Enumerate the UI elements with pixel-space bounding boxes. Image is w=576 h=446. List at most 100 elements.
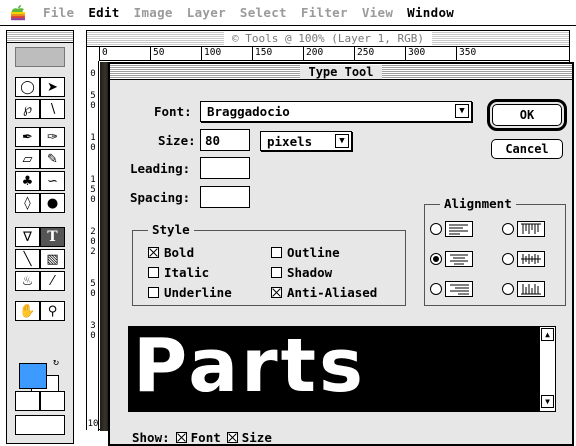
radio-unselected bbox=[430, 283, 442, 295]
vertical-align-bottom-icon bbox=[517, 281, 545, 297]
gradient-icon[interactable]: ▧ bbox=[40, 249, 65, 269]
horizontal-ruler: 0 50 100 150 200 250 300 350 bbox=[99, 47, 569, 61]
style-group-title: Style bbox=[148, 222, 194, 237]
vruler-tick: 0 bbox=[90, 195, 96, 205]
zoom-icon[interactable]: ⚲ bbox=[40, 301, 65, 321]
smudge-icon[interactable]: ∽ bbox=[40, 171, 65, 191]
align-left-icon bbox=[445, 221, 473, 237]
pencil-icon[interactable]: ✎ bbox=[40, 149, 65, 169]
checkbox-unchecked bbox=[271, 267, 282, 278]
airbrush-icon[interactable]: ✒ bbox=[15, 127, 40, 147]
checkbox-checked bbox=[148, 247, 159, 258]
anti-aliased-checkbox[interactable]: Anti-Aliased bbox=[271, 285, 377, 300]
vruler-tick: 2 bbox=[90, 227, 96, 237]
menu-filter[interactable]: Filter bbox=[294, 5, 355, 20]
vertical-align-top-option[interactable] bbox=[502, 221, 545, 237]
vruler-tick: 0 bbox=[90, 69, 96, 79]
magic-wand-icon[interactable]: ∖ bbox=[40, 99, 65, 119]
apple-icon[interactable] bbox=[0, 0, 36, 26]
shadow-checkbox[interactable]: Shadow bbox=[271, 265, 332, 280]
marquee-icon[interactable]: ◯ bbox=[15, 77, 40, 97]
checkbox-label: Outline bbox=[287, 245, 340, 260]
paintbrush-icon[interactable]: ✑ bbox=[40, 127, 65, 147]
burn-icon[interactable]: ● bbox=[40, 193, 65, 213]
size-unit-value: pixels bbox=[267, 133, 313, 149]
tool-palette: ◯ ➤ ℘ ∖ ✒ ✑ ▱ ✎ ♣ ∽ ◊ ● ∇ T ╲ ▧ ♨ ⁄ ✋ ⚲ … bbox=[6, 30, 74, 444]
hand-icon[interactable]: ✋ bbox=[15, 301, 40, 321]
vertical-align-middle-option[interactable] bbox=[502, 251, 545, 267]
preview-area: Parts bbox=[129, 327, 539, 411]
document-title-bar[interactable]: © Tools @ 100% (Layer 1, RGB) bbox=[87, 31, 569, 47]
paint-bucket-icon[interactable]: ♨ bbox=[15, 271, 40, 291]
eraser-icon[interactable]: ▱ bbox=[15, 149, 40, 169]
lasso-icon[interactable]: ℘ bbox=[15, 99, 40, 119]
show-size-label: Size bbox=[241, 430, 272, 445]
cancel-button[interactable]: Cancel bbox=[491, 139, 563, 159]
size-unit-popup[interactable]: pixels ▼ bbox=[260, 131, 352, 151]
menu-file[interactable]: File bbox=[36, 5, 81, 20]
bold-checkbox[interactable]: Bold bbox=[148, 245, 194, 260]
ruler-tick: 250 bbox=[354, 47, 374, 60]
vruler-tick: 0 bbox=[90, 289, 96, 299]
size-field[interactable]: 80 bbox=[200, 129, 250, 151]
move-icon[interactable]: ➤ bbox=[40, 77, 65, 97]
ruler-tick: 150 bbox=[252, 47, 272, 60]
show-font-checkbox[interactable] bbox=[175, 432, 187, 443]
spacing-label: Spacing: bbox=[130, 190, 191, 205]
spacing-field[interactable] bbox=[200, 186, 250, 208]
palette-title-bar[interactable] bbox=[7, 31, 73, 43]
preview-scrollbar[interactable]: ▲ ▼ bbox=[539, 327, 555, 411]
menu-select[interactable]: Select bbox=[233, 5, 294, 20]
checkbox-unchecked bbox=[148, 267, 159, 278]
text-preview-box[interactable]: Parts ▲ ▼ bbox=[128, 326, 556, 412]
foreground-color-swatch[interactable] bbox=[19, 363, 47, 389]
ruler-tick: 0 bbox=[99, 47, 108, 60]
leading-field[interactable] bbox=[200, 157, 250, 179]
underline-checkbox[interactable]: Underline bbox=[148, 285, 232, 300]
chevron-down-icon: ▼ bbox=[335, 134, 349, 148]
radio-unselected bbox=[502, 223, 514, 235]
swap-colors-icon[interactable]: ↻ bbox=[53, 357, 63, 368]
align-right-option[interactable] bbox=[430, 281, 473, 297]
rubber-stamp-icon[interactable]: ♣ bbox=[15, 171, 40, 191]
ruler-tick: 100 bbox=[201, 47, 221, 60]
ruler-tick: 200 bbox=[303, 47, 323, 60]
palette-logo bbox=[15, 47, 65, 67]
align-left-option[interactable] bbox=[430, 221, 473, 237]
outline-checkbox[interactable]: Outline bbox=[271, 245, 340, 260]
menu-edit[interactable]: Edit bbox=[81, 5, 126, 20]
pen-icon[interactable]: ∇ bbox=[15, 227, 40, 247]
ok-button[interactable]: OK bbox=[487, 99, 567, 131]
font-popup[interactable]: Braggadocio ▼ bbox=[200, 101, 472, 122]
align-center-option[interactable] bbox=[430, 251, 473, 267]
vruler-tick: 0 bbox=[90, 143, 96, 153]
menu-bar: File Edit Image Layer Select Filter View… bbox=[0, 0, 576, 26]
scroll-up-icon[interactable]: ▲ bbox=[541, 328, 554, 341]
line-icon[interactable]: ╲ bbox=[15, 249, 40, 269]
vruler-tick: 0 bbox=[90, 237, 96, 247]
menu-image[interactable]: Image bbox=[127, 5, 180, 20]
scroll-down-icon[interactable]: ▼ bbox=[541, 395, 554, 408]
ruler-tick: 300 bbox=[405, 47, 425, 60]
leading-label: Leading: bbox=[130, 161, 191, 176]
vruler-tick: 5 bbox=[90, 185, 96, 195]
screen-mode-icons[interactable] bbox=[15, 415, 65, 435]
vruler-tick: 2 bbox=[90, 247, 96, 257]
menu-view[interactable]: View bbox=[355, 5, 400, 20]
vruler-tick: 0 bbox=[90, 101, 96, 111]
vertical-align-bottom-option[interactable] bbox=[502, 281, 545, 297]
checkbox-checked bbox=[271, 287, 282, 298]
type-icon[interactable]: T bbox=[40, 227, 65, 247]
eyedropper-icon[interactable]: ⁄ bbox=[40, 271, 65, 291]
size-label: Size: bbox=[158, 133, 196, 148]
blur-icon[interactable]: ◊ bbox=[15, 193, 40, 213]
radio-unselected bbox=[502, 253, 514, 265]
menu-window[interactable]: Window bbox=[400, 5, 461, 20]
standard-mode-icon[interactable] bbox=[15, 391, 40, 411]
italic-checkbox[interactable]: Italic bbox=[148, 265, 209, 280]
quick-mask-icon[interactable] bbox=[40, 391, 65, 411]
dialog-title-bar[interactable]: Type Tool bbox=[110, 64, 572, 80]
show-size-checkbox[interactable] bbox=[226, 432, 238, 443]
menu-layer[interactable]: Layer bbox=[180, 5, 233, 20]
vertical-align-middle-icon bbox=[517, 251, 545, 267]
